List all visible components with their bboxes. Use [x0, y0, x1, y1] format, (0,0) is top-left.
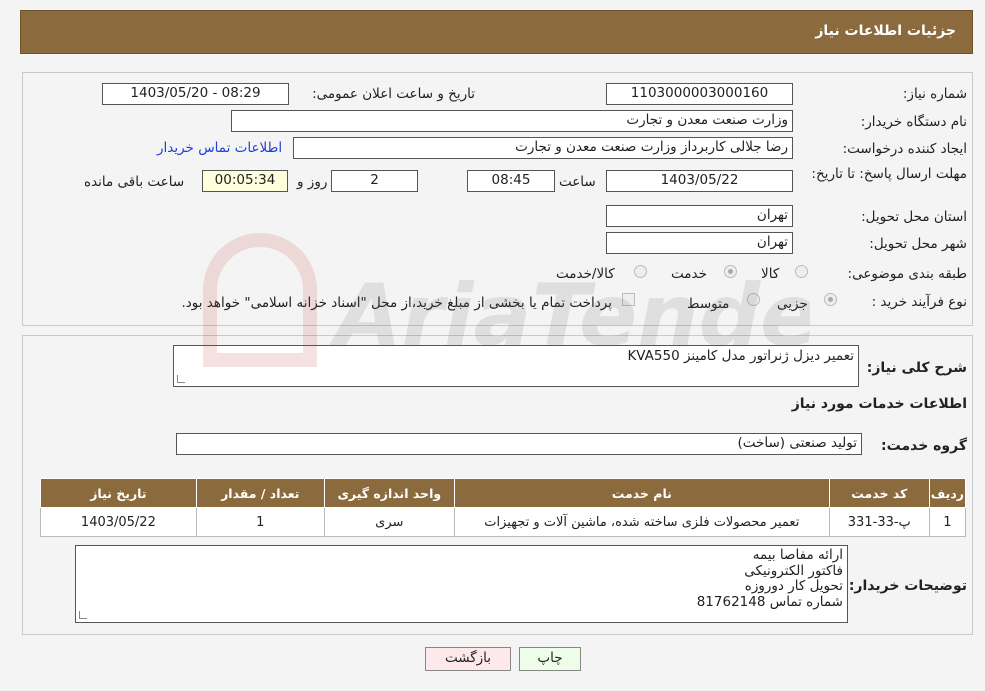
announce-field: 1403/05/20 - 08:29 — [102, 83, 289, 105]
days-field: 2 — [331, 170, 418, 192]
deadline-time-label: ساعت — [559, 174, 596, 190]
process-label: نوع فرآیند خرید : — [871, 294, 967, 310]
province-label: استان محل تحویل: — [861, 209, 967, 225]
col-date: تاریخ نیاز — [40, 478, 197, 508]
announce-label: تاریخ و ساعت اعلان عمومی: — [312, 86, 475, 102]
cell-index: 1 — [928, 507, 967, 537]
cell-qty: 1 — [195, 507, 325, 537]
col-unit: واحد اندازه گیری — [323, 478, 455, 508]
buyer-note-line: فاکتور الکترونیکی — [744, 562, 843, 579]
remaining-label: ساعت باقی مانده — [84, 174, 185, 190]
process-option-medium: متوسط — [687, 296, 730, 312]
need-number-label: شماره نیاز: — [902, 86, 967, 102]
category-option-goods: کالا — [761, 266, 780, 282]
days-label: روز و — [297, 174, 328, 190]
process-option-minor: جزیی — [777, 296, 808, 312]
services-title: اطلاعات خدمات مورد نیاز — [791, 396, 967, 412]
back-button[interactable]: بازگشت — [425, 647, 511, 671]
page-title: جزئیات اطلاعات نیاز — [815, 23, 956, 39]
col-code: کد خدمت — [828, 478, 930, 508]
resize-handle-icon[interactable] — [177, 375, 185, 383]
creator-label: ایجاد کننده درخواست: — [842, 141, 967, 157]
deadline-label-text: مهلت ارسال پاسخ: تا تاریخ: — [811, 166, 967, 182]
print-button[interactable]: چاپ — [519, 647, 581, 671]
buyer-note-line: تحویل کار دوروزه — [744, 578, 843, 594]
table-row: 1 پ-33-331 تعمیر محصولات فلزی ساخته شده،… — [40, 507, 967, 537]
cell-unit: سری — [323, 507, 455, 537]
payment-note: پرداخت تمام یا بخشی از مبلغ خرید،از محل … — [181, 295, 612, 311]
remaining-time-field: 00:05:34 — [202, 170, 288, 192]
service-group-label: گروه خدمت: — [881, 438, 967, 454]
services-table-header: ردیف کد خدمت نام خدمت واحد اندازه گیری ت… — [40, 478, 967, 508]
cell-name: تعمیر محصولات فلزی ساخته شده، ماشین آلات… — [453, 507, 830, 537]
summary-text: تعمیر دیزل ژنراتور مدل کامینز KVA550 — [627, 348, 854, 364]
city-label: شهر محل تحویل: — [869, 236, 967, 252]
service-group-field: تولید صنعتی (ساخت) — [176, 433, 862, 455]
deadline-label: مهلت ارسال پاسخ: تا تاریخ: — [807, 166, 967, 183]
category-radio-service[interactable] — [724, 265, 737, 278]
services-table: ردیف کد خدمت نام خدمت واحد اندازه گیری ت… — [40, 478, 967, 537]
col-qty: تعداد / مقدار — [195, 478, 325, 508]
process-radio-medium[interactable] — [747, 293, 760, 306]
summary-label: شرح کلی نیاز: — [866, 360, 967, 376]
buyer-field: وزارت صنعت معدن و تجارت — [231, 110, 793, 132]
process-radio-minor[interactable] — [824, 293, 837, 306]
buyer-contact-link[interactable]: اطلاعات تماس خریدار — [157, 140, 282, 156]
col-row: ردیف — [928, 478, 967, 508]
page-header: جزئیات اطلاعات نیاز — [20, 10, 973, 54]
category-label: طبقه بندی موضوعی: — [847, 266, 967, 282]
buyer-notes-textarea: ارائه مفاصا بیمه فاکتور الکترونیکی تحویل… — [75, 545, 848, 623]
deadline-time-field: 08:45 — [467, 170, 555, 192]
category-radio-goods[interactable] — [795, 265, 808, 278]
province-field: تهران — [606, 205, 793, 227]
category-option-service: خدمت — [671, 266, 707, 282]
buyer-note-line: ارائه مفاصا بیمه — [752, 547, 843, 563]
cell-date: 1403/05/22 — [40, 507, 197, 537]
cell-code: پ-33-331 — [828, 507, 930, 537]
city-field: تهران — [606, 232, 793, 254]
treasury-checkbox[interactable] — [622, 293, 635, 306]
need-number-field: 1103000003000160 — [606, 83, 793, 105]
col-name: نام خدمت — [453, 478, 830, 508]
buyer-notes-label: توضیحات خریدار: — [848, 578, 967, 594]
resize-handle-icon[interactable] — [79, 611, 87, 619]
deadline-date-field: 1403/05/22 — [606, 170, 793, 192]
summary-textarea: تعمیر دیزل ژنراتور مدل کامینز KVA550 — [173, 345, 859, 387]
creator-field: رضا جلالی کاربرداز وزارت صنعت معدن و تجا… — [293, 137, 793, 159]
buyer-note-line: شماره تماس 81762148 — [696, 593, 843, 610]
category-radio-goods-service[interactable] — [634, 265, 647, 278]
category-option-goods-service: کالا/خدمت — [556, 266, 615, 282]
buyer-label: نام دستگاه خریدار: — [860, 114, 967, 130]
